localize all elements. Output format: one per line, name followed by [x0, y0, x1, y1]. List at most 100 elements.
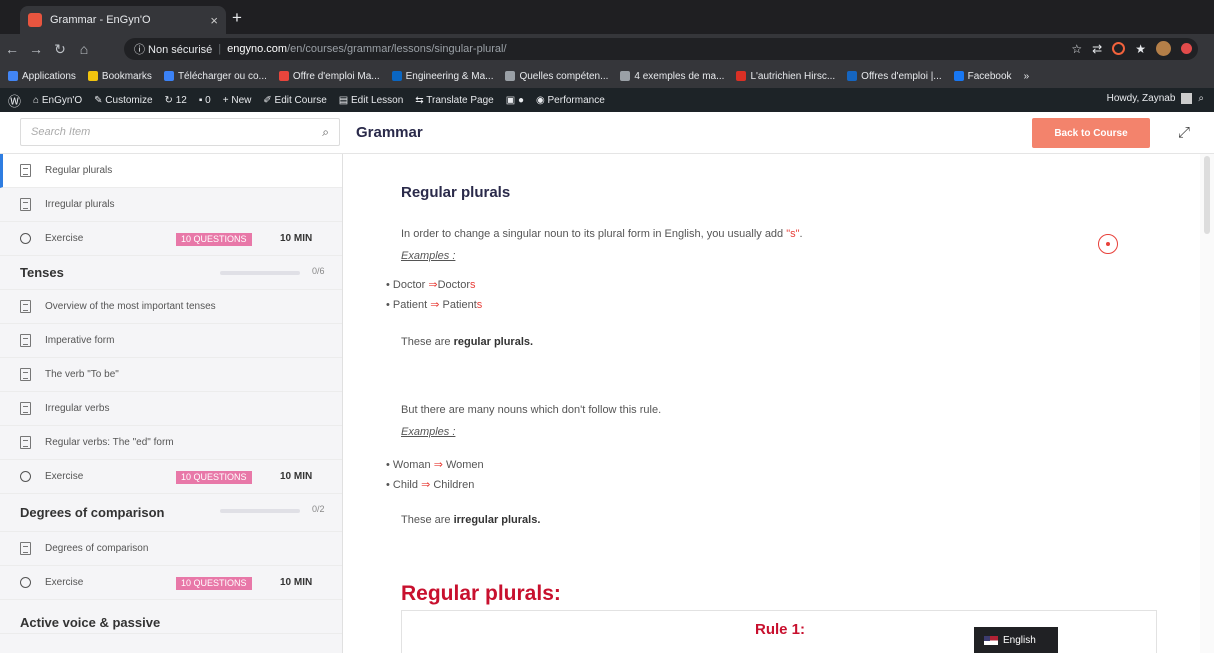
- lesson-item[interactable]: Overview of the most important tenses: [0, 290, 342, 324]
- wordpress-logo-icon[interactable]: Ⓦ: [8, 91, 21, 110]
- wp-admin-bar: Ⓦ ⌂ EnGyn'O ✎ Customize ↻ 12 ▪ 0 + New ✐…: [0, 88, 1214, 112]
- new-tab-icon[interactable]: +: [232, 8, 242, 28]
- bookmark-label: L'autrichien Hirsc...: [750, 70, 836, 82]
- new-link[interactable]: + New: [223, 95, 252, 106]
- language-switcher[interactable]: English: [974, 627, 1058, 653]
- scroll-thumb[interactable]: [1204, 156, 1210, 234]
- bookmark-item[interactable]: L'autrichien Hirsc...: [736, 71, 835, 82]
- lesson-item[interactable]: Degrees of comparison: [0, 532, 342, 566]
- comments-link[interactable]: ▪ 0: [199, 95, 211, 106]
- download-icon: [163, 71, 174, 81]
- section-tenses[interactable]: Tenses 0/6: [0, 256, 342, 290]
- expand-icon[interactable]: ⤢: [1178, 124, 1190, 141]
- updates-link[interactable]: ↻ 12: [165, 95, 187, 106]
- bookmark-item[interactable]: Télécharger ou co...: [163, 71, 267, 82]
- tab-close-icon[interactable]: ×: [210, 13, 218, 28]
- edit-lesson-label: Edit Lesson: [351, 94, 404, 106]
- home-icon[interactable]: ⌂: [72, 41, 96, 57]
- opera-extension-icon[interactable]: [1112, 42, 1126, 55]
- bookmark-star-icon[interactable]: ☆: [1071, 42, 1082, 56]
- examples-label: Examples :: [401, 250, 456, 262]
- singular-word: Doctor: [392, 279, 426, 291]
- url-host: engyno.com: [227, 43, 288, 55]
- exception-paragraph: But there are many nouns which don't fol…: [401, 404, 662, 416]
- bookmark-item[interactable]: Bookmarks: [87, 70, 152, 82]
- site-name[interactable]: ⌂ EnGyn'O: [33, 95, 82, 106]
- forward-arrow-icon[interactable]: →: [24, 41, 48, 57]
- profile-avatar-icon[interactable]: [1156, 41, 1171, 56]
- address-row: ← → ↻ ⌂ ⓘ Non sécurisé | engyno.com /en/…: [0, 34, 1214, 64]
- curriculum-sidebar: Regular plurals Irregular plurals Exerci…: [0, 154, 343, 653]
- lesson-label: Regular plurals: [45, 165, 113, 176]
- customize-link[interactable]: ✎ Customize: [94, 95, 152, 106]
- puzzle-icon[interactable]: ★: [1135, 42, 1146, 56]
- document-icon: [20, 334, 31, 347]
- bookmark-item[interactable]: Engineering & Ma...: [391, 71, 493, 82]
- intro-paragraph: In order to change a singular noun to it…: [401, 228, 803, 240]
- edit-course-link[interactable]: ✐ Edit Course: [263, 95, 326, 106]
- translate-page-link[interactable]: ⇆ Translate Page: [415, 95, 493, 106]
- browser-tab[interactable]: Grammar - EnGyn'O ×: [20, 6, 226, 34]
- section-progress-bar: [220, 271, 300, 275]
- bookmark-item[interactable]: Applications: [8, 71, 76, 82]
- lesson-item[interactable]: The verb "To be": [0, 358, 342, 392]
- section-title: Degrees of comparison: [20, 505, 165, 520]
- menu-icon[interactable]: [1181, 43, 1192, 54]
- user-avatar[interactable]: [1181, 93, 1193, 104]
- bookmark-label: Bookmarks: [101, 70, 152, 82]
- linkedin-icon: [391, 71, 402, 81]
- questions-badge: 10 QUESTIONS: [176, 233, 252, 246]
- example-item: Woman ⇒ Women: [386, 458, 484, 478]
- note-prefix: These are: [401, 514, 454, 526]
- bookmarks-overflow[interactable]: »: [1024, 71, 1030, 82]
- bookmark-label: Offres d'emploi |...: [861, 70, 942, 82]
- security-indicator[interactable]: ⓘ Non sécurisé: [134, 41, 212, 57]
- extension-icon[interactable]: ⇄: [1092, 42, 1102, 56]
- comments-count: 0: [205, 94, 211, 106]
- search-icon[interactable]: ⌕: [322, 125, 329, 140]
- document-icon: [20, 198, 31, 211]
- section-degrees-of-comparison[interactable]: Degrees of comparison 0/2: [0, 494, 342, 532]
- performance-link[interactable]: ◉ Performance: [536, 95, 605, 106]
- bookmark-item[interactable]: 4 exemples de ma...: [620, 71, 724, 82]
- yoast-icon[interactable]: ▣ ●: [506, 95, 524, 106]
- url-path: /en/courses/grammar/lessons/singular-plu…: [287, 43, 507, 55]
- section-active-voice[interactable]: Active voice & passive: [0, 600, 342, 634]
- irregular-note: These are irregular plurals.: [401, 514, 540, 526]
- search-input[interactable]: Search Item ⌕: [20, 118, 340, 146]
- separator: |: [218, 43, 222, 55]
- bookmark-item[interactable]: Facebook: [953, 71, 1012, 82]
- document-icon: [20, 436, 31, 449]
- lesson-item-regular-plurals[interactable]: Regular plurals: [0, 154, 342, 188]
- back-arrow-icon[interactable]: ←: [0, 41, 24, 57]
- reload-icon[interactable]: ↻: [48, 41, 72, 58]
- bookmark-label: Applications: [22, 70, 76, 82]
- section-title: Active voice & passive: [20, 615, 161, 630]
- search-icon[interactable]: ⌕: [1198, 93, 1204, 104]
- example-item: Patient ⇒ Patients: [386, 298, 482, 318]
- questions-badge: 10 QUESTIONS: [176, 471, 252, 484]
- lesson-item-irregular-plurals[interactable]: Irregular plurals: [0, 188, 342, 222]
- bookmark-item[interactable]: Quelles compéten...: [505, 71, 608, 82]
- quiz-item[interactable]: Exercise 10 QUESTIONS 10 MIN: [0, 566, 342, 600]
- lesson-item[interactable]: Regular verbs: The "ed" form: [0, 426, 342, 460]
- back-to-course-button[interactable]: Back to Course: [1032, 118, 1150, 148]
- lesson-title: Regular plurals: [401, 184, 511, 201]
- indeed-icon: [278, 71, 289, 81]
- quiz-item[interactable]: Exercise 10 QUESTIONS 10 MIN: [0, 460, 342, 494]
- regular-note: These are regular plurals.: [401, 336, 533, 348]
- howdy-text: Howdy, Zaynab: [1106, 93, 1176, 104]
- quiz-item[interactable]: Exercise 10 QUESTIONS 10 MIN: [0, 222, 342, 256]
- content-scrollbar[interactable]: [1200, 154, 1214, 653]
- bookmark-item[interactable]: Offres d'emploi |...: [847, 70, 942, 82]
- audio-play-icon[interactable]: [1098, 234, 1118, 254]
- wp-user-area[interactable]: Howdy, Zaynab ⌕: [1107, 93, 1204, 104]
- address-bar[interactable]: ⓘ Non sécurisé | engyno.com /en/courses/…: [124, 38, 1198, 60]
- lesson-item[interactable]: Irregular verbs: [0, 392, 342, 426]
- note-bold: regular plurals.: [453, 336, 534, 348]
- lesson-label: Degrees of comparison: [45, 543, 149, 554]
- bookmark-item[interactable]: Offre d'emploi Ma...: [278, 71, 380, 82]
- lesson-item[interactable]: Imperative form: [0, 324, 342, 358]
- plural-base: Patient: [442, 299, 477, 311]
- edit-lesson-link[interactable]: ▤ Edit Lesson: [339, 95, 404, 106]
